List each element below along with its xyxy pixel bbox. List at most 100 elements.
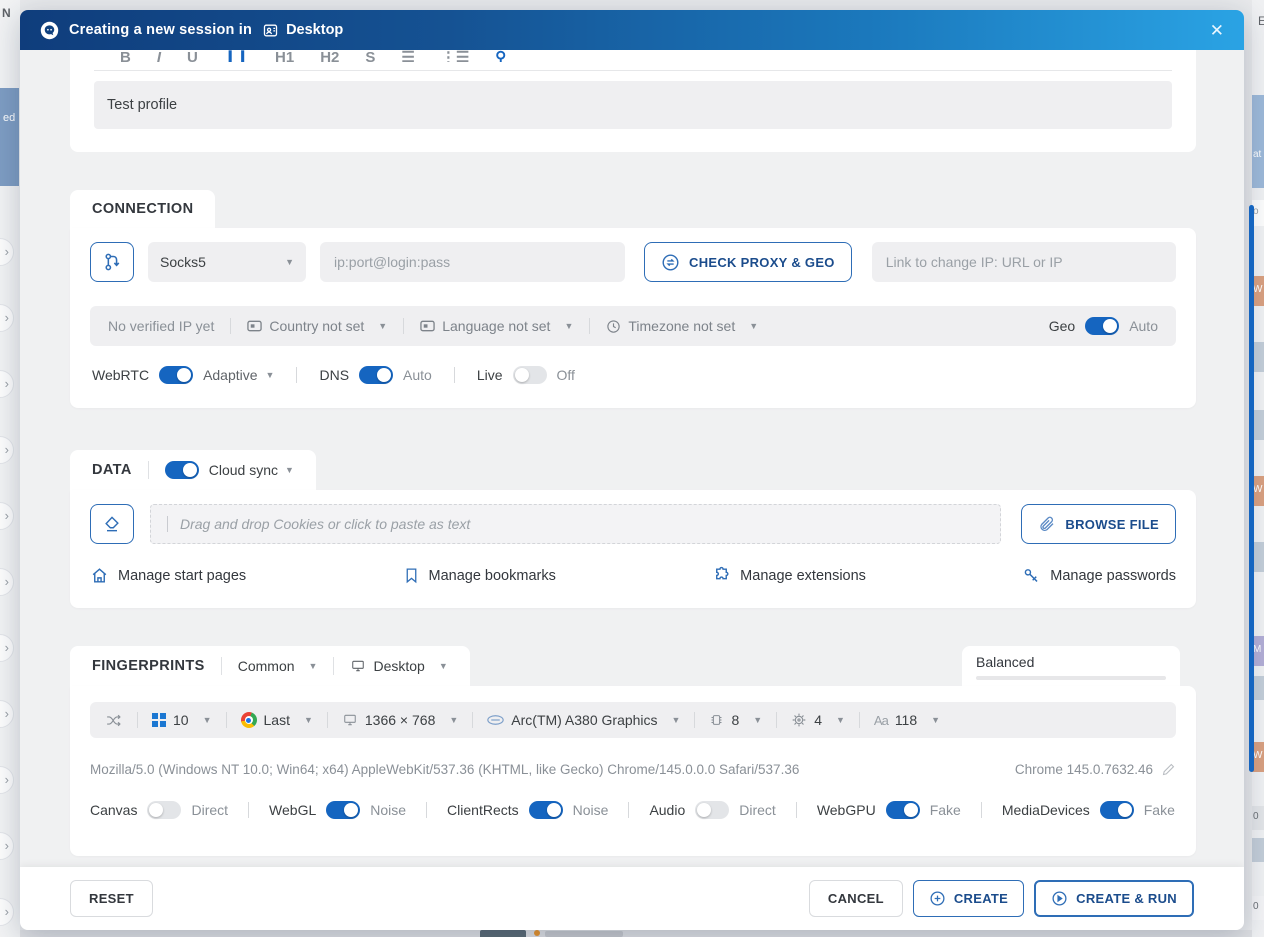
background-tag: 0 xyxy=(1252,806,1264,830)
canvas-toggle[interactable] xyxy=(147,801,181,819)
heading2-icon[interactable]: H2 xyxy=(320,53,339,62)
live-toggle[interactable] xyxy=(513,366,547,384)
list-icon[interactable]: ☰ xyxy=(401,53,414,62)
mediadevices-toggle-label: MediaDevices xyxy=(1002,802,1090,818)
chevron-down-icon: ▼ xyxy=(753,715,762,725)
create-and-run-button[interactable]: CREATE & RUN xyxy=(1034,880,1194,917)
ram-select[interactable]: 4▼ xyxy=(791,712,845,728)
shuffle-icon[interactable] xyxy=(104,712,123,729)
background-bottom-text xyxy=(545,931,623,937)
divider xyxy=(327,712,328,728)
quote-icon[interactable]: ❙❙ xyxy=(224,53,249,62)
webgl-toggle[interactable] xyxy=(326,801,360,819)
os-version-select[interactable]: 10▼ xyxy=(152,712,212,728)
chevron-down-icon: ▼ xyxy=(266,370,275,380)
manage-start-pages-link[interactable]: Manage start pages xyxy=(90,566,246,585)
monitor-icon xyxy=(342,713,358,727)
proxy-nodes-icon[interactable] xyxy=(90,242,134,282)
divider xyxy=(796,802,797,818)
audio-toggle[interactable] xyxy=(695,801,729,819)
timezone-select[interactable]: Timezone not set▼ xyxy=(606,318,758,334)
divider xyxy=(94,70,1172,71)
data-section-label: DATA xyxy=(92,462,132,478)
canvas-toggle-label: Canvas xyxy=(90,802,137,818)
divider xyxy=(776,712,777,728)
canvas-mode: Direct xyxy=(191,802,228,818)
manage-passwords-link[interactable]: Manage passwords xyxy=(1022,566,1176,585)
language-select[interactable]: Language not set▼ xyxy=(420,318,573,334)
cpu-chip-icon xyxy=(709,712,724,728)
app-logo-icon xyxy=(40,21,59,40)
paperclip-icon xyxy=(1038,515,1056,533)
country-select[interactable]: Country not set▼ xyxy=(247,318,387,334)
webrtc-mode[interactable]: Adaptive xyxy=(203,367,257,383)
chevron-down-icon: ▼ xyxy=(672,715,681,725)
data-card: Drag and drop Cookies or click to paste … xyxy=(70,490,1196,608)
heading1-icon[interactable]: H1 xyxy=(275,53,294,62)
close-icon[interactable]: ✕ xyxy=(1204,18,1230,43)
play-circle-icon xyxy=(1051,890,1068,907)
browser-build-text: Chrome 145.0.7632.46 xyxy=(1015,762,1153,777)
bold-icon[interactable]: B xyxy=(120,53,131,62)
reset-button[interactable]: RESET xyxy=(70,880,153,917)
change-ip-input[interactable] xyxy=(872,242,1176,282)
scrollbar-thumb[interactable] xyxy=(1249,205,1254,772)
clientrects-toggle[interactable] xyxy=(529,801,563,819)
manage-bookmarks-link[interactable]: Manage bookmarks xyxy=(403,566,556,585)
divider xyxy=(226,712,227,728)
cookies-eraser-icon[interactable] xyxy=(90,504,134,544)
user-agent-row: Mozilla/5.0 (Windows NT 10.0; Win64; x64… xyxy=(90,762,1176,777)
connection-section-label: CONNECTION xyxy=(92,201,193,217)
memory-fan-icon xyxy=(791,712,807,728)
edit-pencil-icon[interactable] xyxy=(1161,762,1176,777)
mediadevices-toggle[interactable] xyxy=(1100,801,1134,819)
underline-icon[interactable]: U xyxy=(187,53,198,62)
numbered-list-icon[interactable]: ⋮☰ xyxy=(441,53,469,62)
strikethrough-icon[interactable]: S xyxy=(365,53,375,62)
fonts-select[interactable]: Aa 118▼ xyxy=(874,712,940,728)
dns-mode: Auto xyxy=(403,367,432,383)
proxy-type-select[interactable]: Socks5▼ xyxy=(148,242,306,282)
fingerprint-quality-tab[interactable]: Balanced xyxy=(962,646,1180,686)
cancel-button[interactable]: CANCEL xyxy=(809,880,903,917)
chevron-down-icon: ▼ xyxy=(749,321,758,331)
cpu-cores-select[interactable]: 8▼ xyxy=(709,712,762,728)
webgpu-toggle[interactable] xyxy=(886,801,920,819)
browser-version-select[interactable]: Last▼ xyxy=(241,712,313,728)
chevron-down-icon: ▼ xyxy=(449,715,458,725)
divider xyxy=(148,461,149,479)
gpu-select[interactable]: Arc(TM) A380 Graphics▼ xyxy=(487,712,680,728)
divider xyxy=(333,657,334,675)
audio-mode: Direct xyxy=(739,802,776,818)
fingerprints-card: 10▼ Last▼ 1366 × 768▼ Arc(TM) A380 Graph… xyxy=(70,686,1196,856)
dns-toggle[interactable] xyxy=(359,366,393,384)
cookies-dropzone[interactable]: Drag and drop Cookies or click to paste … xyxy=(150,504,1001,544)
create-button[interactable]: CREATE xyxy=(913,880,1024,917)
chrome-logo-icon xyxy=(241,712,257,728)
preset-select[interactable]: Common▼ xyxy=(238,658,318,674)
notes-input[interactable]: Test profile xyxy=(94,81,1172,129)
platform-select[interactable]: Desktop▼ xyxy=(350,658,447,674)
sync-arrows-icon xyxy=(661,253,680,272)
plus-circle-icon xyxy=(929,890,946,907)
italic-icon[interactable]: I xyxy=(157,53,161,62)
background-text-fragment: E xyxy=(1258,14,1264,28)
manage-extensions-link[interactable]: Manage extensions xyxy=(712,566,866,585)
check-proxy-button[interactable]: CHECK PROXY & GEO xyxy=(644,242,852,282)
geo-toggle[interactable] xyxy=(1085,317,1119,335)
cloud-sync-toggle[interactable] xyxy=(165,461,199,479)
modal-target-label: Desktop xyxy=(286,22,343,38)
manage-links-row: Manage start pages Manage bookmarks Mana… xyxy=(90,566,1176,585)
chevron-down-icon[interactable]: ▼ xyxy=(285,465,294,475)
link-icon[interactable]: ⚲ xyxy=(495,53,506,62)
webrtc-toggle[interactable] xyxy=(159,366,193,384)
browse-file-button[interactable]: BROWSE FILE xyxy=(1021,504,1176,544)
proxy-address-input[interactable] xyxy=(320,242,625,282)
background-bottom-bar xyxy=(20,930,1252,937)
resolution-select[interactable]: 1366 × 768▼ xyxy=(342,712,458,728)
home-icon xyxy=(90,566,109,585)
divider xyxy=(981,802,982,818)
divider xyxy=(628,802,629,818)
new-session-modal: Creating a new session in Desktop ✕ B I … xyxy=(20,10,1244,930)
chevron-down-icon: ▼ xyxy=(304,715,313,725)
